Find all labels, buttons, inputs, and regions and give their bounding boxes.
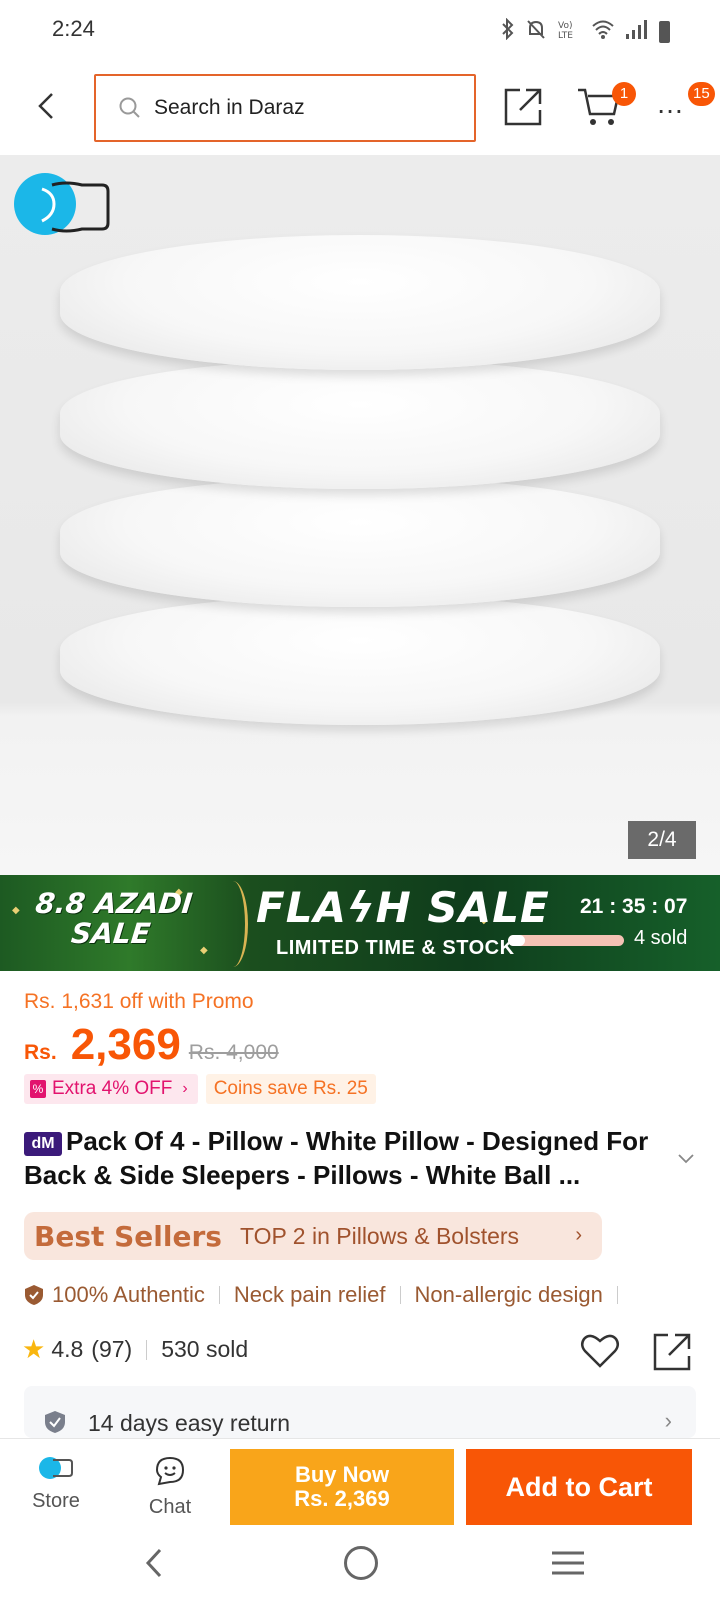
daraz-mall-badge: dM <box>24 1132 62 1156</box>
image-counter: 2/4 <box>628 821 696 859</box>
nav-back-icon[interactable] <box>140 1546 170 1580</box>
bottom-action-bar: Store Chat Buy Now Rs. 2,369 Add to Cart <box>0 1438 720 1530</box>
product-title: Pack Of 4 - Pillow - White Pillow - Desi… <box>24 1126 649 1190</box>
flash-sale-banner[interactable]: ◆ ◆ ◆ ◆ 8.8 AZADI SALE FLAϟH SALE LIMITE… <box>0 875 720 971</box>
azadi-line-1: 8.8 AZADI <box>33 887 195 920</box>
flash-sale-title: FLAϟH SALE <box>256 883 550 932</box>
countdown-timer: 21 : 35 : 07 <box>580 895 688 918</box>
banner-divider <box>218 881 248 967</box>
separator <box>399 1286 401 1304</box>
price-tags: % Extra 4% OFF › Coins save Rs. 25 <box>24 1074 376 1104</box>
pillow-image <box>60 595 660 725</box>
bluetooth-icon <box>501 17 515 45</box>
status-bar: 2:24 Vo) LTE <box>0 0 720 60</box>
best-sellers-rank: TOP 2 in Pillows & Bolsters <box>239 1222 520 1249</box>
svg-text:LTE: LTE <box>558 31 573 40</box>
original-price: Rs. 4,000 <box>188 1041 279 1064</box>
store-icon <box>39 1457 73 1479</box>
shield-check-icon <box>25 1285 43 1305</box>
current-price: 2,369 <box>70 1020 181 1069</box>
nav-home-icon[interactable] <box>344 1546 378 1580</box>
pillow-image <box>60 359 660 489</box>
promo-discount[interactable]: Rs. 1,631 off with Promo <box>24 990 254 1014</box>
flash-sale-subtitle: LIMITED TIME & STOCK <box>276 937 515 959</box>
return-policy-text: 14 days easy return <box>88 1410 291 1436</box>
sold-total: 530 sold <box>161 1336 249 1362</box>
mute-icon <box>525 18 547 45</box>
search-placeholder: Search in Daraz <box>154 96 305 119</box>
wishlist-heart-icon[interactable] <box>580 1333 620 1369</box>
chat-button[interactable]: Chat <box>132 1455 208 1519</box>
price-currency: Rs. <box>24 1041 57 1064</box>
chevron-right-icon: › <box>182 1080 188 1097</box>
extra-off-tag[interactable]: % Extra 4% OFF › <box>24 1074 198 1104</box>
chevron-right-icon: › <box>664 1408 672 1433</box>
separator <box>218 1286 220 1304</box>
confetti-icon: ◆ <box>12 905 20 916</box>
system-nav-bar <box>0 1530 720 1612</box>
star-icon: ★ <box>22 1334 46 1364</box>
buy-now-label: Buy Now <box>294 1462 390 1487</box>
sold-progress-bar <box>508 935 624 946</box>
buy-now-button[interactable]: Buy Now Rs. 2,369 <box>230 1449 454 1525</box>
back-arrow-icon <box>38 93 53 119</box>
rating-score: 4.8 <box>51 1336 84 1362</box>
feature-item: Non-allergic design <box>414 1282 603 1307</box>
product-image-gallery[interactable]: 2/4 <box>0 155 720 875</box>
product-title-block[interactable]: dM Pack Of 4 - Pillow - White Pillow - De… <box>24 1124 664 1192</box>
battery-icon <box>659 20 670 43</box>
store-button[interactable]: Store <box>18 1455 94 1513</box>
message-count-badge: 15 <box>688 82 715 106</box>
search-icon <box>119 97 140 118</box>
share-button[interactable] <box>502 86 544 128</box>
chat-icon <box>155 1456 185 1486</box>
signal-icon <box>625 18 649 45</box>
chevron-right-icon: › <box>575 1224 582 1246</box>
rating-count: (97) <box>91 1336 133 1362</box>
rating-row[interactable]: ★ 4.8 (97) 530 sold <box>22 1334 248 1365</box>
chevron-down-icon[interactable] <box>676 1148 696 1168</box>
pillow-image <box>60 235 660 370</box>
header: Search in Daraz 1 … 15 <box>0 60 720 155</box>
extra-off-label: Extra 4% OFF <box>52 1078 173 1099</box>
voucher-icon: % <box>30 1080 46 1098</box>
shield-check-icon <box>45 1411 65 1433</box>
share-icon <box>504 88 542 126</box>
azadi-sale-logo: 8.8 AZADI SALE <box>31 887 195 950</box>
volte-icon: Vo) LTE <box>557 18 581 45</box>
chat-label: Chat <box>148 1496 192 1518</box>
store-logo-icon <box>14 173 110 235</box>
wifi-icon <box>591 18 615 45</box>
search-input[interactable]: Search in Daraz <box>94 74 476 142</box>
best-sellers-logo: Best Sellers <box>34 1219 222 1253</box>
sold-count: 4 sold <box>634 927 688 949</box>
status-icons: Vo) LTE <box>501 17 670 45</box>
pillow-image <box>60 477 660 607</box>
return-policy[interactable]: 14 days easy return › <box>24 1386 696 1438</box>
back-button[interactable] <box>30 86 66 126</box>
coins-tag[interactable]: Coins save Rs. 25 <box>205 1074 376 1104</box>
share-icon[interactable] <box>652 1332 692 1372</box>
add-to-cart-button[interactable]: Add to Cart <box>466 1449 692 1525</box>
feature-item: 100% Authentic <box>52 1282 205 1307</box>
price-row: Rs. 2,369 Rs. 4,000 <box>24 1020 279 1070</box>
buy-now-price: Rs. 2,369 <box>294 1486 390 1511</box>
cart-count-badge: 1 <box>612 82 636 106</box>
more-button[interactable]: … <box>656 90 692 124</box>
sold-progress-fill <box>508 935 526 946</box>
store-label: Store <box>32 1490 80 1512</box>
nav-recents-icon[interactable] <box>552 1550 584 1576</box>
svg-text:Vo): Vo) <box>558 21 572 31</box>
confetti-icon: ◆ <box>200 945 208 956</box>
azadi-line-2: SALE <box>69 917 152 950</box>
separator <box>616 1286 618 1304</box>
feature-list: 100% Authentic Neck pain relief Non-alle… <box>24 1282 632 1308</box>
separator <box>146 1339 148 1360</box>
status-time: 2:24 <box>52 16 95 41</box>
feature-item: Neck pain relief <box>233 1282 386 1307</box>
more-icon: … <box>656 88 686 119</box>
best-sellers-banner[interactable]: Best Sellers TOP 2 in Pillows & Bolsters… <box>24 1212 602 1260</box>
